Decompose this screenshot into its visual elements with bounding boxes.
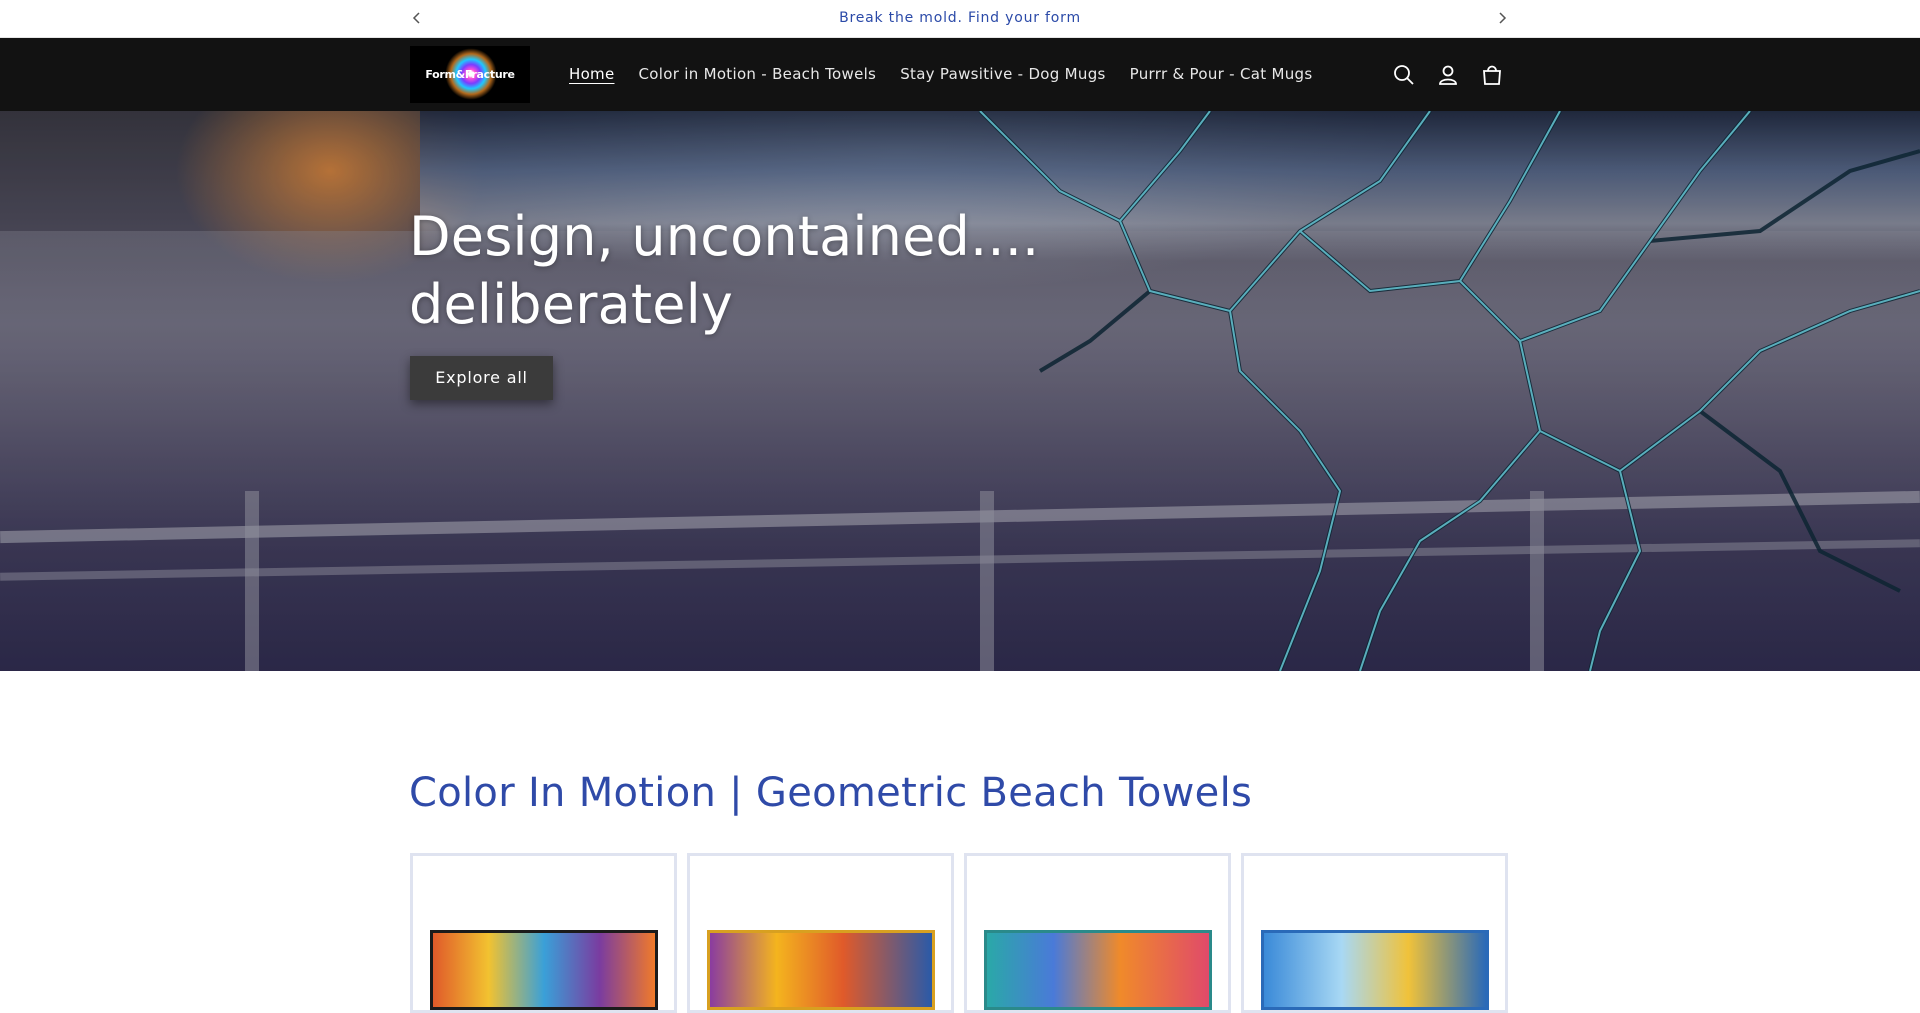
announcement-next-button[interactable] [1492, 8, 1512, 28]
hero-overlay [0, 111, 1920, 671]
announcement-message: Break the mold. Find your form [839, 10, 1081, 26]
product-image [984, 930, 1212, 1010]
product-card[interactable] [687, 853, 954, 1013]
product-card[interactable] [410, 853, 677, 1013]
search-button[interactable] [1391, 62, 1417, 88]
hero-banner: Design, uncontained.... deliberately Exp… [0, 111, 1920, 671]
account-button[interactable] [1435, 62, 1461, 88]
nav-item-cat-mugs[interactable]: Purrr & Pour - Cat Mugs [1130, 65, 1313, 85]
product-image [707, 930, 935, 1010]
explore-all-button[interactable]: Explore all [410, 356, 553, 400]
product-card[interactable] [964, 853, 1231, 1013]
product-image [1261, 930, 1489, 1010]
product-image [430, 930, 658, 1010]
cart-button[interactable] [1479, 62, 1505, 88]
nav-item-dog-mugs[interactable]: Stay Pawsitive - Dog Mugs [900, 65, 1105, 85]
site-header: Form&Fracture Home Color in Motion - Bea… [0, 38, 1920, 111]
cart-icon [1483, 65, 1501, 85]
logo[interactable]: Form&Fracture [410, 46, 530, 103]
product-grid [410, 853, 1510, 1013]
account-icon [1439, 65, 1457, 85]
hero-heading: Design, uncontained.... deliberately [409, 205, 1040, 336]
chevron-right-icon [1499, 12, 1507, 24]
search-icon [1394, 65, 1414, 85]
nav-item-beach-towels[interactable]: Color in Motion - Beach Towels [639, 65, 877, 85]
nav-item-home[interactable]: Home [569, 65, 615, 85]
collection-title: Color In Motion | Geometric Beach Towels [409, 770, 1253, 816]
main-nav: Home Color in Motion - Beach Towels Stay… [569, 65, 1312, 85]
logo-text: Form&Fracture [425, 68, 515, 81]
announcement-bar: Break the mold. Find your form [0, 0, 1920, 38]
product-card[interactable] [1241, 853, 1508, 1013]
